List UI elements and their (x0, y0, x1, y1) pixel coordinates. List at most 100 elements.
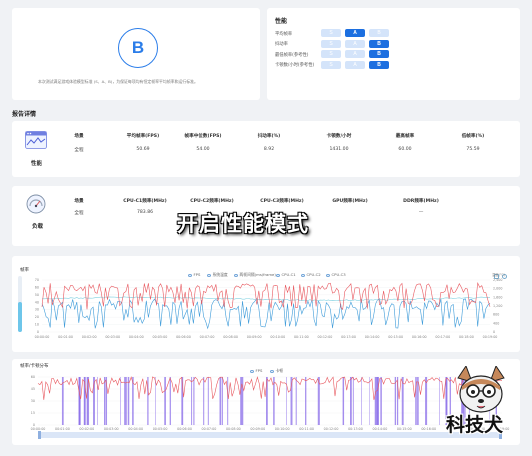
rating-option: A (345, 39, 365, 48)
speedometer-icon (26, 194, 46, 214)
x-tick-label: 00:18:00 (459, 335, 474, 339)
x-tick-label: 00:15:00 (388, 335, 403, 339)
table-value-cell: — (418, 210, 424, 215)
table-value-cell: 783.86 (136, 210, 154, 215)
x-tick-label: 00:01:00 (58, 335, 73, 339)
y-tick-label: 60 (35, 285, 39, 289)
table-header-cell: CPU-C1频率(MHz) (123, 199, 167, 204)
video-caption: 开启性能模式 (177, 212, 309, 236)
y-tick-label: 50 (35, 293, 39, 297)
table-header-cell: DDR频率(MHz) (403, 199, 439, 204)
table-header-cell: GPU频率(MHz) (332, 199, 368, 204)
table-header-cell: 抖动率(%) (257, 134, 281, 139)
rating-option: B (369, 29, 389, 37)
x-tick-label: 00:12:00 (324, 427, 339, 431)
y-tick-label: 10 (35, 323, 39, 327)
y2-axis-title: 温度(°C) (492, 272, 505, 277)
perf-detail-card: 性能 场景 平均帧率(FPS) 帧率中位数(FPS) 抖动率(%) 卡顿数/小时 最高帧率… (12, 121, 520, 177)
summary-note: 本次测试满足游戏体验模型标准 (S、A、B)，为保证每项均有恒定帧率平均帧率和运… (38, 79, 198, 84)
rating-option: A (345, 29, 365, 37)
y2-tick-label: 2,400 (493, 278, 502, 282)
x-tick-label: 00:06:00 (177, 427, 192, 431)
rating-option: A (345, 60, 365, 69)
table-value-cell: 全程 (74, 211, 84, 216)
x-tick-label: 00:13:00 (341, 335, 356, 339)
x-tick-label: 00:08:00 (226, 427, 241, 431)
x-tick-label: 00:08:00 (223, 335, 238, 339)
x-tick-label: 00:19:00 (483, 335, 498, 339)
y-tick-label: 30 (35, 308, 39, 312)
summary-card: B 本次测试满足游戏体验模型标准 (S、A、B)，为保证每项均有恒定帧率平均帧率… (12, 8, 260, 100)
series-line-fps (37, 376, 503, 401)
x-tick-label: 00:16:00 (412, 335, 427, 339)
rating-option: A (345, 50, 365, 58)
table-header-cell: 最高帧率 (395, 134, 415, 139)
x-tick-label: 00:07:00 (200, 335, 215, 339)
grade-badge: B (118, 28, 158, 68)
report-title: 报告详情 (12, 111, 37, 118)
load-block-label: 负载 (32, 224, 44, 230)
rating-label: 卡顿数/小时(参考性) (275, 63, 315, 68)
x-tick-label: 00:03:00 (104, 427, 119, 431)
perf-block-label: 性能 (31, 161, 43, 167)
x-tick-label: 00:09:00 (250, 427, 265, 431)
y2-tick-label: 1,600 (493, 295, 502, 299)
x-tick-label: 00:04:00 (129, 335, 144, 339)
x-tick-label: 00:03:00 (105, 335, 120, 339)
x-tick-label: 00:05:00 (152, 335, 167, 339)
fps-chart-card: 帧率 FPS 系统温度 两帧间隔(ms/frame) CPU-C1 CPU-C2 CPU-… (12, 256, 520, 352)
y-tick-label: 20 (35, 315, 39, 319)
y2-tick-label: 800 (493, 313, 499, 317)
table-value-cell: 50.69 (136, 147, 150, 152)
x-tick-label: 00:16:00 (421, 427, 436, 431)
rating-option: S (321, 60, 341, 69)
chart2-zoom-handle-left[interactable] (38, 431, 41, 439)
y-tick-label: 70 (35, 278, 39, 282)
x-tick-label: 00:15:00 (397, 427, 412, 431)
rating-option: B (369, 39, 389, 48)
y2-tick-label: 0 (493, 330, 495, 334)
x-tick-label: 00:01:00 (55, 427, 70, 431)
x-tick-label: 00:07:00 (202, 427, 217, 431)
y-tick-label: 15 (31, 411, 35, 415)
performance-card: 性能 平均帧率 S A B 抖动率 S A B 最低帧率(参考性) S A B 卡顿数/小时(参考性) S… (267, 8, 520, 100)
rating-option: B (369, 60, 389, 69)
channel-logo-text: 科技犬 (446, 414, 504, 436)
x-tick-label: 00:10:00 (275, 427, 290, 431)
y-tick-label: 60 (31, 375, 35, 379)
x-tick-label: 00:13:00 (348, 427, 363, 431)
x-tick-label: 00:02:00 (82, 335, 97, 339)
dog-mascot-logo (457, 366, 505, 413)
x-tick-label: 00:12:00 (318, 335, 333, 339)
y-tick-label: 40 (35, 300, 39, 304)
y2-tick-label: 2,000 (493, 287, 502, 291)
table-header-cell: 场景 (74, 134, 84, 139)
x-tick-label: 00:11:00 (299, 427, 314, 431)
y-tick-label: 45 (31, 387, 35, 391)
stutter-chart-card: 帧率/卡顿分布 FPS 卡顿 60 45 30 15 0 00:00:00 00:01:00 0… (12, 359, 520, 445)
rating-option: B (369, 50, 389, 58)
rating-option: S (321, 39, 341, 48)
x-tick-label: 00:09:00 (247, 335, 262, 339)
x-tick-label: 00:17:00 (435, 335, 450, 339)
x-tick-label: 00:11:00 (294, 335, 309, 339)
y2-tick-label: 1,200 (493, 304, 502, 308)
table-header-cell: 帧率中位数(FPS) (184, 134, 222, 139)
y-tick-label: 30 (31, 399, 35, 403)
table-header-cell: 低帧率(%) (461, 134, 485, 139)
x-tick-label: 00:05:00 (153, 427, 168, 431)
x-tick-label: 00:14:00 (372, 427, 387, 431)
table-header-cell: CPU-C2频率(MHz) (190, 199, 234, 204)
table-header-cell: CPU-C3频率(MHz) (260, 199, 304, 204)
x-tick-label: 00:00:00 (35, 335, 50, 339)
chart1-plot[interactable]: 70 60 50 40 30 20 10 0 2,400 2,000 1,600 1,200 800 40… (12, 256, 520, 352)
table-value-cell: 全程 (74, 148, 84, 153)
x-tick-label: 00:06:00 (176, 335, 191, 339)
table-value-cell: 8.92 (263, 147, 275, 152)
table-value-cell: 54.00 (196, 147, 210, 152)
table-value-cell: 75.59 (466, 147, 480, 152)
x-tick-label: 00:04:00 (128, 427, 143, 431)
series-line-cpu (41, 298, 491, 330)
chart2-zoom-bar[interactable] (38, 431, 502, 439)
series-line-fps (41, 282, 491, 311)
